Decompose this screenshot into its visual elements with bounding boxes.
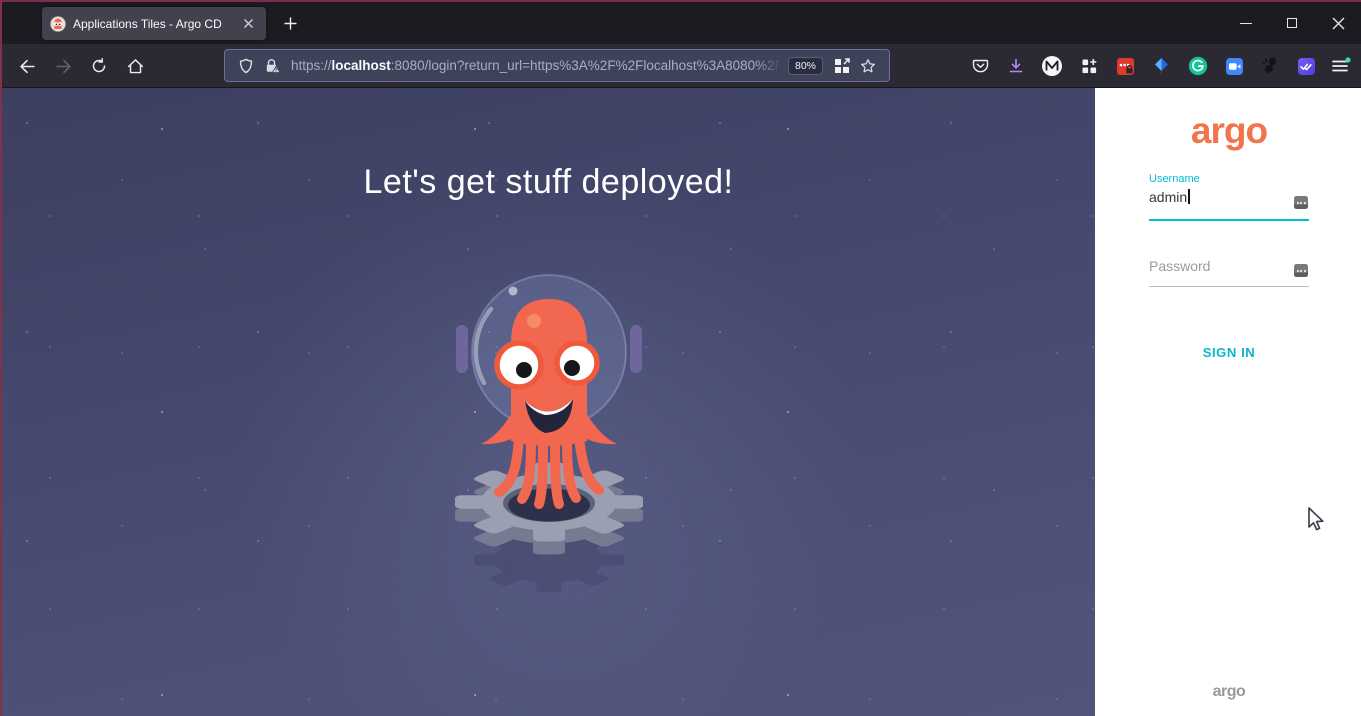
argo-logo: argo [1190,110,1268,151]
pocket-icon [972,59,988,73]
double-check-extension-button[interactable] [1291,51,1321,81]
tracking-shield-icon [239,58,253,73]
downloads-button[interactable] [1001,51,1031,81]
tab-title: Applications Tiles - Argo CD [73,16,222,31]
argo-favicon [50,15,66,32]
minimize-button[interactable] [1223,2,1269,44]
password-manager-icon[interactable] [1294,196,1308,209]
login-panel: argo Username admin SIGN IN argo [1095,88,1361,716]
downloads-icon [1009,58,1023,73]
text-caret [1188,189,1190,204]
tracking-shield-button[interactable] [233,53,259,79]
connection-security-button[interactable] [259,53,285,79]
url-protocol: https:// [291,58,332,73]
footer-argo-logo: argo [1212,683,1246,700]
browser-window: Applications Tiles - Argo CD https://loc… [0,0,1361,716]
back-icon [19,59,35,73]
password-manager-icon[interactable] [1294,264,1308,277]
password-input[interactable] [1149,258,1289,274]
close-icon [1332,17,1344,29]
tab-bar: Applications Tiles - Argo CD [2,2,1361,44]
grid-expand-button[interactable] [829,53,855,79]
maximize-button[interactable] [1269,2,1315,44]
argo-mascot-illustration [455,274,643,592]
password-manager-red-icon [1116,57,1134,75]
medium-icon [1042,56,1062,76]
menu-button[interactable] [1326,51,1356,81]
home-button[interactable] [119,50,151,82]
gnome-extension-button[interactable] [1255,51,1285,81]
reload-button[interactable] [83,50,115,82]
pocket-button[interactable] [965,51,995,81]
helmet-handle-right [630,325,642,373]
menu-icon [1332,57,1351,72]
address-bar[interactable]: https://localhost:8080/login?return_url=… [224,49,890,82]
navigation-toolbar: https://localhost:8080/login?return_url=… [2,44,1361,88]
url-text: https://localhost:8080/login?return_url=… [291,58,782,73]
double-check-icon [1297,57,1315,75]
close-button[interactable] [1315,2,1361,44]
plus-icon [284,17,296,29]
login-hero: Let's get stuff deployed! [2,88,1095,716]
mouse-cursor [1308,507,1324,531]
bookmark-star-button[interactable] [855,53,881,79]
extensions-button[interactable] [1074,51,1104,81]
url-host: localhost [331,58,391,73]
password-manager-extension-button[interactable] [1110,51,1140,81]
home-icon [127,58,143,73]
kite-icon [1154,58,1168,75]
username-value: admin [1149,189,1188,205]
zoom-video-icon [1225,57,1243,75]
helmet-handle-left [456,325,468,373]
back-button[interactable] [11,50,43,82]
bookmark-star-icon [861,58,875,72]
gnome-foot-icon [1262,57,1276,73]
grammarly-button[interactable] [1183,51,1213,81]
sign-in-button[interactable]: SIGN IN [1095,345,1361,360]
forward-icon [55,59,71,73]
insecure-lock-icon [266,58,281,73]
maximize-icon [1287,18,1297,28]
zoom-level-badge[interactable]: 80% [787,56,823,75]
hero-heading: Let's get stuff deployed! [363,163,734,201]
minimize-icon [1240,22,1252,24]
gear [455,462,643,555]
grammarly-icon [1188,56,1208,76]
extensions-icon [1082,58,1096,73]
tab-close-icon[interactable] [238,14,258,34]
new-tab-button[interactable] [276,9,304,37]
password-underline [1149,286,1309,287]
forward-button[interactable] [47,50,79,82]
grid-expand-icon [835,57,850,73]
window-controls [1223,2,1361,44]
url-path: :8080/login?return_url=https%3A%2F%2Floc… [390,58,782,73]
username-input[interactable]: admin [1149,189,1309,205]
medium-extension-button[interactable] [1037,51,1067,81]
username-label: Username [1149,173,1200,185]
zoom-app-button[interactable] [1219,51,1249,81]
browser-tab[interactable]: Applications Tiles - Argo CD [42,7,266,40]
reload-icon [92,58,106,73]
username-underline [1149,219,1309,221]
page-content: Let's get stuff deployed! argo Username … [2,88,1361,716]
kite-extension-button[interactable] [1146,51,1176,81]
